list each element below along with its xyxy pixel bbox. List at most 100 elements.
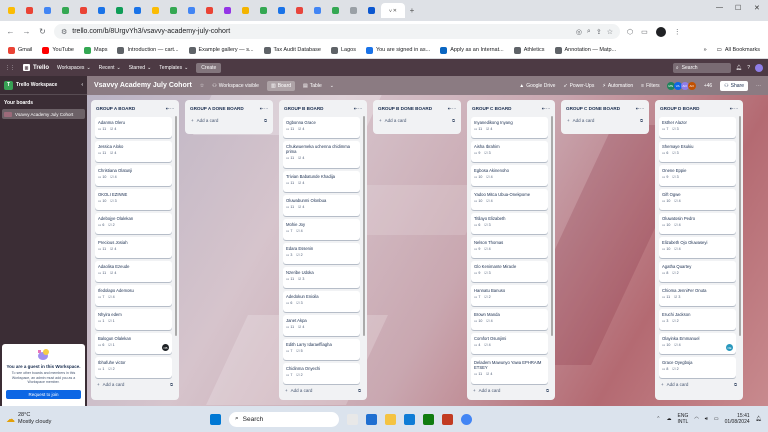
list-header[interactable]: GROUP C BOARD ⇤ ⋯ <box>470 103 552 114</box>
menu-recent[interactable]: Recent ⌄ <box>99 65 121 71</box>
bookmark-item[interactable]: Apply as an Internat... <box>440 46 504 54</box>
browser-tab[interactable] <box>57 3 74 18</box>
forward-icon[interactable]: → <box>22 27 31 36</box>
bookmark-item[interactable]: Annotation — Matp... <box>554 46 616 54</box>
list-title[interactable]: GROUP B DONE BOARD <box>378 106 432 111</box>
filters-button[interactable]: ≡ Filters <box>641 83 660 89</box>
list-card[interactable]: Nzeribe Udoka ▭ 11 ☑ 3 <box>283 267 360 288</box>
browser-tab[interactable] <box>93 3 110 18</box>
list-card[interactable]: Chioma JenniFer Onuta ▭ 11 ☑ 3 <box>659 285 736 306</box>
list-card[interactable]: Egbosa Akinenoho ▭ 10 ☑ 4 <box>471 165 548 186</box>
search-input[interactable]: ⌕ Search <box>672 62 731 73</box>
list-card[interactable]: Onene Eppie ▭ 9 ☑ 3 <box>659 165 736 186</box>
trello-logo[interactable]: ▥ Trello <box>23 64 49 71</box>
card-template-icon[interactable]: ⧉ <box>546 388 549 393</box>
list-card[interactable]: Esther Alazor ▭ 7 ☑ 3 <box>659 117 736 138</box>
card-template-icon[interactable]: ⧉ <box>170 382 173 387</box>
add-card-button[interactable]: + Add a card ⧉ <box>658 378 740 389</box>
zoom-app-icon[interactable] <box>366 413 377 425</box>
card-template-icon[interactable]: ⧉ <box>734 382 737 387</box>
taskbar-search[interactable]: ⌕ Search <box>229 411 339 427</box>
address-bar[interactable]: ⚙ trello.com/b/8UrgvYh3/vsavvy-academy-j… <box>54 24 620 39</box>
share-icon[interactable]: ⇪ <box>596 28 602 36</box>
bookmark-item[interactable]: Lagos <box>330 46 356 54</box>
office-icon[interactable] <box>442 413 453 425</box>
profile-avatar[interactable] <box>655 26 666 37</box>
windows-start-icon[interactable] <box>210 413 221 425</box>
eye-off-icon[interactable]: ◎ <box>576 28 582 36</box>
list-card[interactable]: Adaolisa Ezeude ▭ 11 ☑ 4 <box>95 261 172 282</box>
notifications-bell-icon[interactable]: 🔔︎ <box>736 65 742 71</box>
power-ups-button[interactable]: ➶ Power-Ups <box>563 83 594 89</box>
list-card[interactable]: OKOLI EZINNE ▭ 10 ☑ 3 <box>95 189 172 210</box>
add-card-button[interactable]: + Add a card ⧉ <box>564 114 646 125</box>
browser-tab[interactable] <box>363 3 380 18</box>
site-info-icon[interactable]: ⚙ <box>61 28 67 36</box>
browser-tab[interactable] <box>39 3 56 18</box>
list-card[interactable]: Shemaye Esukiu ▭ 6 ☑ 3 <box>659 141 736 162</box>
list-card[interactable]: Adedokun Enioila ▭ 6 ☑ 3 <box>283 291 360 312</box>
browser-tab[interactable] <box>21 3 38 18</box>
browser-tab[interactable] <box>291 3 308 18</box>
list-header[interactable]: GROUP A BOARD ⇤ ⋯ <box>94 103 176 114</box>
card-template-icon[interactable]: ⧉ <box>358 388 361 393</box>
list-card[interactable]: Edith Larry Idaraeffiagha ▭ 7 ☑ 5 <box>283 339 360 360</box>
add-card-button[interactable]: + Add a card ⧉ <box>282 384 364 395</box>
cloud-tray-icon[interactable]: ☁ <box>667 416 672 422</box>
list-scrollbar[interactable] <box>363 116 365 336</box>
list-card[interactable]: Precious Josiah ▭ 11 ☑ 4 <box>95 237 172 258</box>
list-menu-icon[interactable]: ⇤ ⋯ <box>354 106 363 112</box>
browser-tab[interactable] <box>165 3 182 18</box>
add-card-button[interactable]: + Add a card ⧉ <box>470 384 552 395</box>
view-board-button[interactable]: ▥ Board <box>266 80 296 91</box>
list-card[interactable]: Aisha Ibrahim ▭ 9 ☑ 3 <box>471 141 548 162</box>
card-template-icon[interactable]: ⧉ <box>264 118 267 123</box>
list-card[interactable]: Eruchi Jackson ▭ 3 ☑ 2 <box>659 309 736 330</box>
language-indicator[interactable]: ENG INTL <box>678 413 689 426</box>
collapse-sidebar-icon[interactable]: ‹ <box>81 82 83 88</box>
list-menu-icon[interactable]: ⇤ ⋯ <box>542 106 551 112</box>
list-scrollbar[interactable] <box>739 116 741 336</box>
bookmark-item[interactable]: Maps <box>84 46 107 54</box>
add-card-button[interactable]: + Add a card ⧉ <box>376 114 458 125</box>
list-card[interactable]: Inyanedikong Inyang ▭ 11 ☑ 4 <box>471 117 548 138</box>
list-card[interactable]: Jessica Aloko ▭ 11 ☑ 4 <box>95 141 172 162</box>
list-menu-icon[interactable]: ⇤ ⋯ <box>730 106 739 112</box>
wifi-icon[interactable]: ◠ <box>694 416 698 422</box>
add-card-button[interactable]: + Add a card ⧉ <box>188 114 270 125</box>
task-view-icon[interactable] <box>347 413 358 425</box>
file-explorer-icon[interactable] <box>385 413 396 425</box>
list-title[interactable]: GROUP A DONE BOARD <box>190 106 244 111</box>
list-scrollbar[interactable] <box>175 116 177 336</box>
bookmark-item[interactable]: Introduction — cart... <box>117 46 179 54</box>
back-icon[interactable]: ← <box>6 27 15 36</box>
list-card[interactable]: Janet Akpa ▭ 11 ☑ 4 <box>283 315 360 336</box>
list-card[interactable]: Comfort Osunjimi ▭ 4 ☑ 4 <box>471 333 548 354</box>
reload-icon[interactable]: ↻ <box>38 27 47 36</box>
list-card[interactable]: Elizabeth Ojo Oluwaseyi ▭ 10 ☑ 4 <box>659 237 736 258</box>
browser-tab[interactable] <box>273 3 290 18</box>
list-card[interactable]: Yadoo Mitca Ubua-Onekpome ▭ 10 ☑ 4 <box>471 189 548 210</box>
add-card-button[interactable]: + Add a card ⧉ <box>94 378 176 389</box>
list-card[interactable]: Mohie Joy ▭ 7 ☑ 4 <box>283 219 360 240</box>
list-card[interactable]: Balogun Olalekan ▭ 6 ☑ 1 OB <box>95 333 172 354</box>
create-button[interactable]: Create <box>196 62 222 73</box>
list-card[interactable]: Trivian Babatunde Khadija ▭ 11 ☑ 4 <box>283 171 360 192</box>
list-menu-icon[interactable]: ⇤ ⋯ <box>448 106 457 112</box>
list-card[interactable]: Titilayo Elizabeth ▭ 6 ☑ 3 <box>471 213 548 234</box>
list-menu-icon[interactable]: ⇤ ⋯ <box>260 106 269 112</box>
share-button[interactable]: ⚇ Share <box>720 80 748 91</box>
browser-tab[interactable] <box>111 3 128 18</box>
member-avatars[interactable]: MN VA AO AO <box>666 81 696 90</box>
browser-tab[interactable] <box>183 3 200 18</box>
list-header[interactable]: GROUP B BOARD ⇤ ⋯ <box>282 103 364 114</box>
bookmark-item[interactable]: Example gallery — s... <box>188 46 254 54</box>
member-avatar[interactable]: AO <box>687 81 696 90</box>
view-table-button[interactable]: ▤ Table <box>303 83 322 89</box>
browser-tab[interactable] <box>237 3 254 18</box>
browser-tab[interactable] <box>147 3 164 18</box>
list-menu-icon[interactable]: ⇤ ⋯ <box>636 106 645 112</box>
account-avatar[interactable] <box>755 63 763 72</box>
menu-workspaces[interactable]: Workspaces ⌄ <box>57 65 91 71</box>
list-card[interactable]: Nelson Thomas ▭ 9 ☑ 4 <box>471 237 548 258</box>
